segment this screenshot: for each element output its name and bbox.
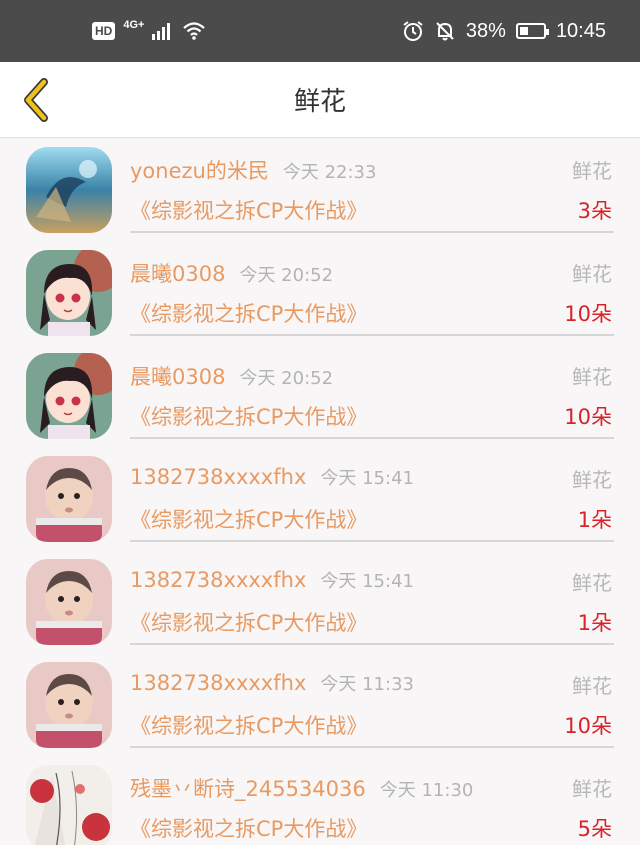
mute-bell-icon: [436, 22, 454, 41]
gift-time: 今天 20:52: [239, 265, 334, 286]
row-divider: [130, 437, 614, 439]
gift-record-row[interactable]: 1382738xxxxfhx 今天 15:41 鲜花《综影视之拆CP大作战》 1朵: [0, 448, 640, 551]
row-divider: [130, 540, 614, 542]
user-name[interactable]: 1382738xxxxfhx: [130, 568, 306, 592]
user-name-line: yonezu的米民 今天 22:33: [130, 155, 376, 185]
work-title-link[interactable]: 《综影视之拆CP大作战》: [130, 710, 367, 740]
nav-bar: 鲜花: [0, 62, 640, 138]
gift-record-row[interactable]: 1382738xxxxfhx 今天 15:41 鲜花《综影视之拆CP大作战》 1朵: [0, 551, 640, 654]
gift-count: 10朵: [564, 714, 612, 738]
gift-record-row[interactable]: yonezu的米民 今天 22:33 鲜花《综影视之拆CP大作战》 3朵: [0, 139, 640, 242]
row-divider: [130, 334, 614, 336]
back-button[interactable]: [14, 76, 58, 124]
gift-record-row[interactable]: 残墨丷断诗_245534036 今天 11:30 鲜花《综影视之拆CP大作战》 5朵: [0, 757, 640, 845]
gift-time: 今天 22:33: [282, 162, 377, 183]
gift-time: 今天 11:33: [320, 674, 414, 695]
network-type-label: 4G+: [123, 19, 145, 31]
work-title-link[interactable]: 《综影视之拆CP大作战》: [130, 607, 367, 637]
gift-time: 今天 20:52: [239, 368, 334, 389]
gift-count: 1朵: [577, 611, 612, 635]
battery-icon: [515, 23, 549, 39]
user-name-line: 1382738xxxxfhx 今天 15:41: [130, 464, 414, 490]
user-avatar[interactable]: [26, 662, 112, 748]
row-divider: [130, 746, 614, 748]
gift-record-row[interactable]: 1382738xxxxfhx 今天 11:33 鲜花《综影视之拆CP大作战》 10朵: [0, 654, 640, 757]
gift-type: 鲜花: [572, 365, 612, 389]
user-avatar[interactable]: [26, 559, 112, 645]
user-name-line: 晨曦0308 今天 20:52: [130, 258, 333, 288]
user-avatar[interactable]: [26, 147, 112, 233]
status-left: HD 4G+: [92, 19, 206, 40]
user-name-line: 晨曦0308 今天 20:52: [130, 361, 333, 391]
gift-record-row[interactable]: 晨曦0308 今天 20:52 鲜花《综影视之拆CP大作战》 10朵: [0, 345, 640, 448]
work-title-link[interactable]: 《综影视之拆CP大作战》: [130, 813, 367, 843]
gift-count: 3朵: [577, 199, 612, 223]
work-title-link[interactable]: 《综影视之拆CP大作战》: [130, 195, 367, 225]
user-avatar[interactable]: [26, 456, 112, 542]
gift-count: 5朵: [577, 817, 612, 841]
gift-time: 今天 15:41: [320, 468, 414, 489]
row-divider: [130, 643, 614, 645]
status-bar: HD 4G+ 38% 10:45: [0, 0, 640, 62]
gift-record-list[interactable]: yonezu的米民 今天 22:33 鲜花 《综影视之拆CP大作战》 3朵 晨曦0308 今…: [0, 139, 640, 845]
gift-count: 10朵: [564, 405, 612, 429]
gift-type: 鲜花: [572, 674, 612, 698]
user-name-line: 1382738xxxxfhx 今天 11:33: [130, 670, 414, 696]
status-right: 38% 10:45: [402, 20, 606, 43]
signal-icon: [152, 23, 171, 40]
user-avatar[interactable]: [26, 765, 112, 845]
page-title: 鲜花: [293, 87, 346, 117]
user-avatar[interactable]: [26, 250, 112, 336]
user-name-line: 1382738xxxxfhx 今天 15:41: [130, 567, 414, 593]
gift-count: 10朵: [564, 302, 612, 326]
gift-type: 鲜花: [572, 468, 612, 492]
work-title-link[interactable]: 《综影视之拆CP大作战》: [130, 401, 367, 431]
back-arrow-icon: [24, 78, 48, 122]
user-name[interactable]: 晨曦0308: [130, 262, 225, 286]
user-name[interactable]: 残墨丷断诗_245534036: [130, 777, 366, 801]
hd-icon: HD: [92, 22, 116, 40]
gift-time: 今天 11:30: [379, 780, 474, 801]
gift-time: 今天 15:41: [320, 571, 414, 592]
wifi-icon: [183, 22, 206, 40]
user-name-line: 残墨丷断诗_245534036 今天 11:30: [130, 773, 473, 803]
user-name[interactable]: 1382738xxxxfhx: [130, 465, 306, 489]
work-title-link[interactable]: 《综影视之拆CP大作战》: [130, 504, 367, 534]
gift-type: 鲜花: [572, 777, 612, 801]
gift-type: 鲜花: [572, 571, 612, 595]
user-name[interactable]: yonezu的米民: [130, 159, 269, 183]
row-divider: [130, 231, 614, 233]
gift-type: 鲜花: [572, 159, 612, 183]
gift-count: 1朵: [577, 508, 612, 532]
user-avatar[interactable]: [26, 353, 112, 439]
user-name[interactable]: 晨曦0308: [130, 365, 225, 389]
work-title-link[interactable]: 《综影视之拆CP大作战》: [130, 298, 367, 328]
user-name[interactable]: 1382738xxxxfhx: [130, 671, 306, 695]
battery-percent: 38%: [465, 19, 506, 42]
gift-record-row[interactable]: 晨曦0308 今天 20:52 鲜花《综影视之拆CP大作战》 10朵: [0, 242, 640, 345]
alarm-icon: [403, 21, 423, 41]
gift-type: 鲜花: [572, 262, 612, 286]
clock: 10:45: [555, 19, 606, 42]
